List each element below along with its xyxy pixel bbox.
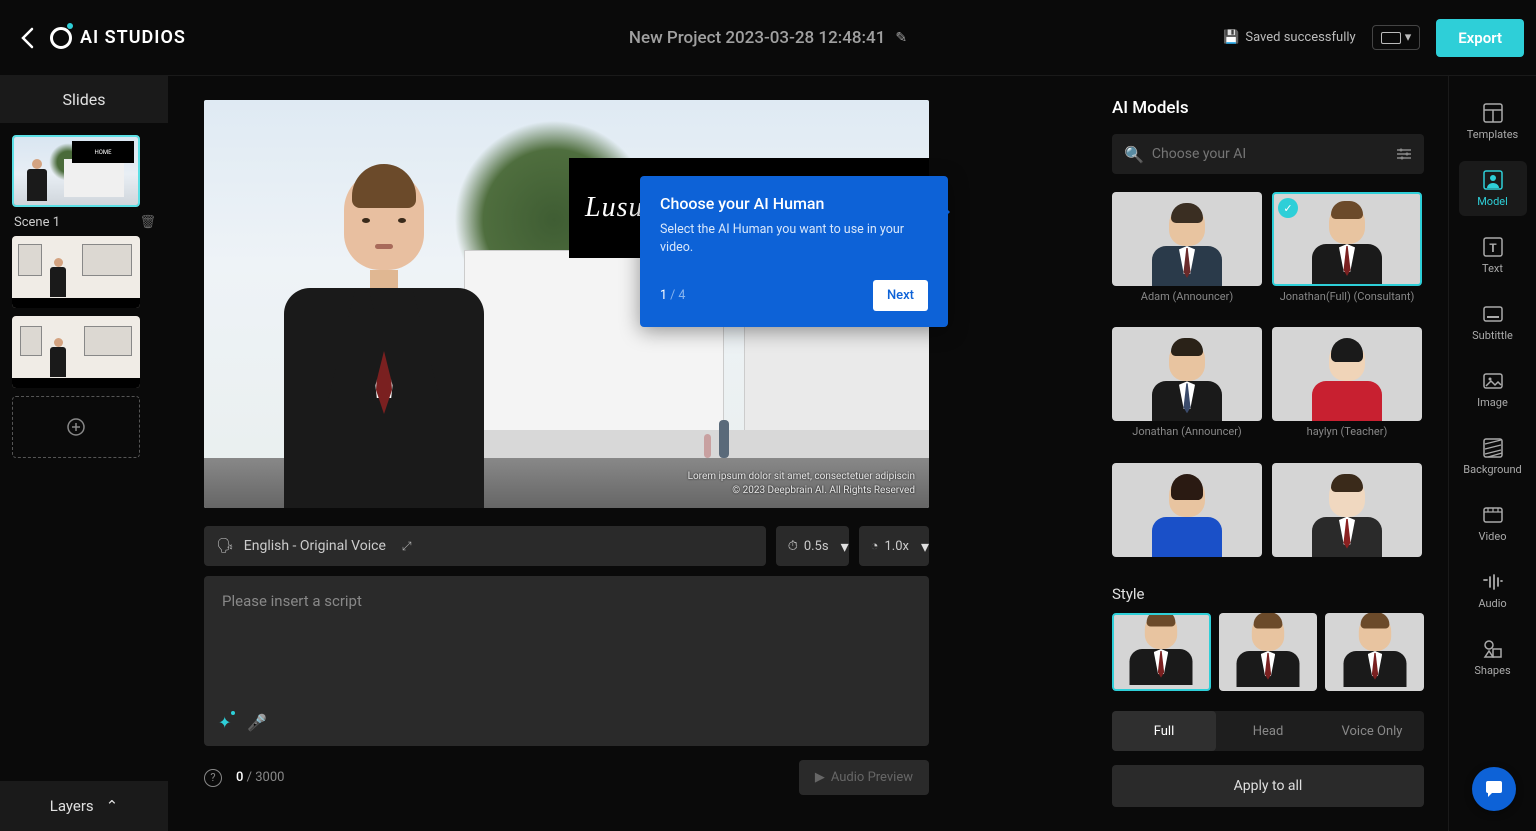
tooltip-step-count: 1 / 4 xyxy=(660,288,685,303)
slide-thumb[interactable] xyxy=(12,316,140,388)
char-count: 0 / 3000 xyxy=(236,770,284,785)
tool-templates[interactable]: Templates xyxy=(1459,94,1527,149)
save-status: 💾 Saved successfully xyxy=(1223,30,1356,45)
tool-subtitle[interactable]: Subtittle xyxy=(1459,295,1527,350)
help-button[interactable]: ? xyxy=(204,769,222,787)
templates-icon xyxy=(1482,102,1504,124)
tooltip-title: Choose your AI Human xyxy=(660,194,928,213)
chevron-left-icon xyxy=(20,27,34,49)
chevron-up-icon: ⌃ xyxy=(106,797,119,815)
svg-text:T: T xyxy=(1489,241,1497,255)
style-card[interactable] xyxy=(1112,613,1211,691)
chat-icon xyxy=(1484,779,1504,799)
mic-button[interactable]: 🎤 xyxy=(247,713,267,732)
model-card[interactable] xyxy=(1112,463,1262,573)
video-icon xyxy=(1482,504,1504,526)
shapes-icon xyxy=(1482,638,1504,660)
slide-thumb[interactable]: HOME xyxy=(12,135,140,207)
model-icon xyxy=(1482,169,1504,191)
subtitle-icon xyxy=(1482,303,1504,325)
check-icon: ✓ xyxy=(1278,198,1298,218)
apply-all-button[interactable]: Apply to all xyxy=(1112,765,1424,807)
tool-model[interactable]: Model xyxy=(1459,161,1527,216)
plus-icon xyxy=(67,418,85,436)
ai-models-panel: AI Models 🔍 Adam (Announcer) ✓ Jonathan(… xyxy=(1088,76,1448,831)
script-textarea[interactable]: Please insert a script ✦ 🎤 xyxy=(204,576,929,746)
clock-icon: ⏱ xyxy=(788,539,798,554)
add-slide-button[interactable] xyxy=(12,396,140,458)
device-toggle[interactable]: ▾ xyxy=(1372,25,1421,50)
slides-panel: Slides HOME Scene 1 🗑 xyxy=(0,76,168,831)
background-icon xyxy=(1482,437,1504,459)
tool-shapes[interactable]: Shapes xyxy=(1459,630,1527,685)
slides-list: HOME Scene 1 🗑 xyxy=(0,123,168,781)
slides-title: Slides xyxy=(0,76,168,123)
view-tabs: Full Head Voice Only xyxy=(1112,711,1424,751)
view-tab-full[interactable]: Full xyxy=(1112,711,1216,751)
tool-audio[interactable]: Audio xyxy=(1459,563,1527,618)
delete-slide-button[interactable]: 🗑 xyxy=(139,215,156,230)
tool-video[interactable]: Video xyxy=(1459,496,1527,551)
play-icon: ▶ xyxy=(815,770,825,785)
export-button[interactable]: Export xyxy=(1436,19,1524,57)
edit-icon[interactable]: ✎ xyxy=(895,30,907,46)
chevron-down-icon[interactable]: ▾ xyxy=(921,537,929,556)
onboarding-tooltip: Choose your AI Human Select the AI Human… xyxy=(640,176,948,327)
audio-preview-button[interactable]: ▶ Audio Preview xyxy=(799,760,929,795)
model-search[interactable]: 🔍 xyxy=(1112,134,1424,174)
project-title[interactable]: New Project 2023-03-28 12:48:41 ✎ xyxy=(629,28,907,48)
slide-thumb[interactable] xyxy=(12,236,140,308)
tooltip-next-button[interactable]: Next xyxy=(873,280,928,311)
model-card[interactable]: Adam (Announcer) xyxy=(1112,192,1262,315)
voice-selector[interactable]: 🗣 English - Original Voice ⤢ xyxy=(204,526,766,566)
tool-text[interactable]: T Text xyxy=(1459,228,1527,283)
model-card[interactable]: Jonathan (Announcer) xyxy=(1112,327,1262,450)
filter-button[interactable] xyxy=(1396,147,1412,161)
monitor-icon xyxy=(1381,32,1401,44)
watermark: Lorem ipsum dolor sit amet, consectetuer… xyxy=(688,470,915,498)
canvas-area: Lusury HOME Lorem ipsum dolor sit amet, … xyxy=(168,76,1088,831)
view-tab-voice[interactable]: Voice Only xyxy=(1320,711,1424,751)
script-placeholder: Please insert a script xyxy=(222,592,362,610)
back-button[interactable] xyxy=(12,23,42,53)
ai-presenter[interactable] xyxy=(284,170,484,508)
model-card[interactable]: ✓ Jonathan(Full) (Consultant) xyxy=(1272,192,1422,315)
app-header: AI STUDIOS New Project 2023-03-28 12:48:… xyxy=(0,0,1536,76)
speed-control[interactable]: ◔1.0x ▾ xyxy=(859,526,929,566)
app-logo: AI STUDIOS xyxy=(50,27,186,49)
text-icon: T xyxy=(1482,236,1504,258)
scene-label: Scene 1 xyxy=(14,215,60,230)
tool-rail: Templates Model T Text Subtittle Image B… xyxy=(1448,76,1536,831)
search-input[interactable] xyxy=(1152,146,1396,162)
ai-assist-button[interactable]: ✦ xyxy=(218,713,231,732)
panel-title: AI Models xyxy=(1112,98,1424,118)
style-card[interactable] xyxy=(1219,613,1318,691)
tooltip-body: Select the AI Human you want to use in y… xyxy=(660,221,928,256)
image-icon xyxy=(1482,370,1504,392)
search-icon: 🔍 xyxy=(1124,145,1144,164)
model-card[interactable]: haylyn (Teacher) xyxy=(1272,327,1422,450)
chevron-down-icon[interactable]: ▾ xyxy=(841,537,849,556)
chat-button[interactable] xyxy=(1472,767,1516,811)
expand-icon: ⤢ xyxy=(402,539,412,554)
view-tab-head[interactable]: Head xyxy=(1216,711,1320,751)
tool-background[interactable]: Background xyxy=(1459,429,1527,484)
voice-icon: 🗣 xyxy=(216,538,234,554)
layers-toggle[interactable]: Layers ⌃ xyxy=(0,781,168,831)
tool-image[interactable]: Image xyxy=(1459,362,1527,417)
time-control[interactable]: ⏱0.5s ▾ xyxy=(776,526,849,566)
model-card[interactable] xyxy=(1272,463,1422,573)
style-title: Style xyxy=(1112,585,1424,603)
logo-text: AI STUDIOS xyxy=(80,27,186,48)
save-icon: 💾 xyxy=(1223,30,1239,45)
gauge-icon: ◔ xyxy=(871,538,879,554)
style-card[interactable] xyxy=(1325,613,1424,691)
audio-icon xyxy=(1482,571,1504,593)
chevron-down-icon: ▾ xyxy=(1405,30,1412,45)
